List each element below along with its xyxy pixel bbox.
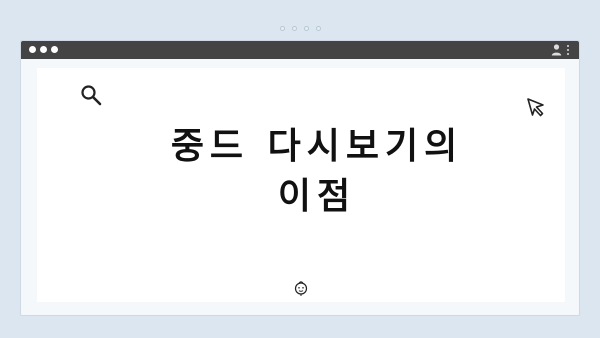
- dot: [303, 26, 309, 31]
- user-icon[interactable]: [551, 43, 562, 56]
- dot: [279, 26, 285, 31]
- dot: [315, 26, 321, 31]
- page-title: 중드 다시보기의 이점: [170, 126, 464, 217]
- browser-window: 중드 다시보기의 이점: [20, 40, 580, 316]
- window-dot-close[interactable]: [29, 46, 36, 53]
- content-area: 중드 다시보기의 이점: [37, 68, 565, 302]
- window-titlebar: [21, 41, 579, 59]
- window-controls: [29, 46, 58, 53]
- search-icon: [81, 85, 102, 106]
- window-dot-minimize[interactable]: [40, 46, 47, 53]
- dot: [291, 26, 297, 31]
- top-pagination-dots: [0, 26, 600, 31]
- window-dot-maximize[interactable]: [51, 46, 58, 53]
- cursor-icon: [527, 98, 544, 117]
- titlebar-actions: [551, 43, 569, 56]
- face-icon: [294, 281, 308, 296]
- kebab-menu-icon[interactable]: [567, 44, 569, 55]
